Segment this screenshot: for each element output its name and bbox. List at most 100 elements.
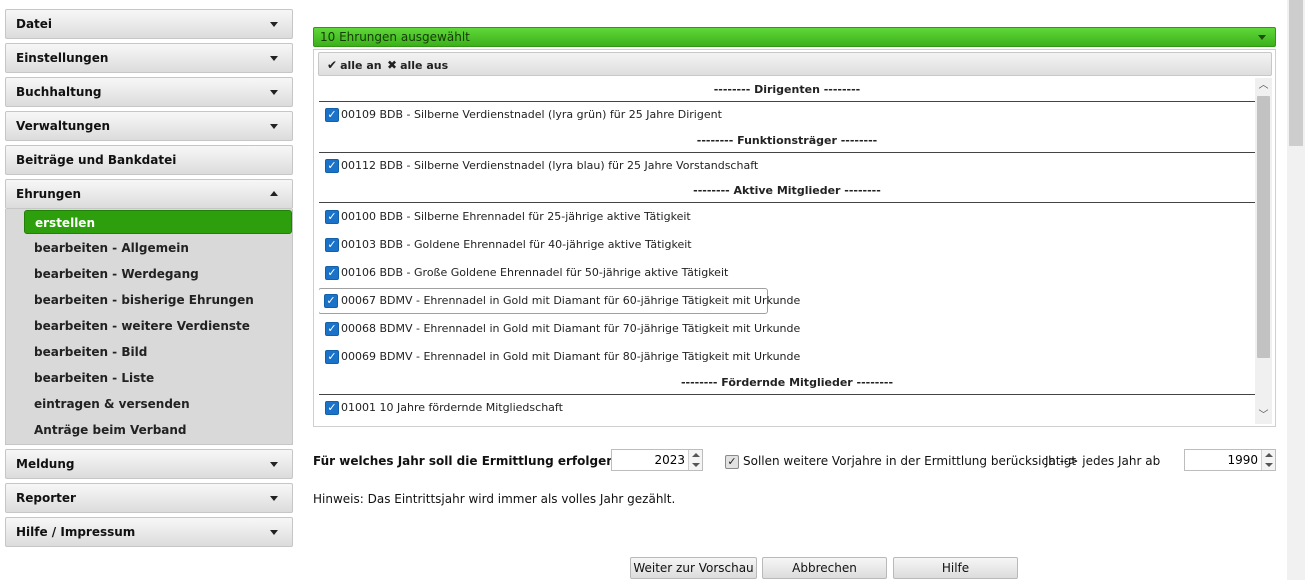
chevron-down-icon [270,462,278,467]
select-all-button[interactable]: ✔ alle an [327,56,382,74]
ehrungen-submenu: erstellen bearbeiten - Allgemein bearbei… [5,209,293,445]
chevron-up-icon [270,191,278,196]
checkbox-checked[interactable]: ✓ [325,210,339,224]
menu-section-datei[interactable]: Datei [5,9,293,39]
scroll-down-icon[interactable]: ﹀ [1255,408,1272,424]
from-year-spinner[interactable] [1184,449,1276,471]
list-item-label: 00103 BDB - Goldene Ehrennadel für 40-jä… [341,238,692,251]
submenu-item-antraege-verband[interactable]: Anträge beim Verband [24,418,292,442]
checkbox-checked[interactable]: ✓ [325,350,339,364]
checkbox-checked[interactable]: ✓ [325,108,339,122]
cancel-button[interactable]: Abbrechen [762,557,887,579]
menu-section-label: Datei [16,17,53,31]
chevron-down-icon [270,496,278,501]
menu-section-hilfe[interactable]: Hilfe / Impressum [5,517,293,547]
deselect-all-label: alle aus [400,59,449,72]
deselect-all-button[interactable]: ✖ alle aus [387,56,448,74]
submenu-item-eintragen-versenden[interactable]: eintragen & versenden [24,392,292,416]
spin-up-icon[interactable] [1265,453,1273,457]
menu-section-label: Verwaltungen [16,119,111,133]
spinner-buttons[interactable] [1261,450,1275,470]
checkbox-checked[interactable]: ✓ [325,266,339,280]
list-item[interactable]: ✓ 00103 BDB - Goldene Ehrennadel für 40-j… [319,231,692,259]
selection-summary-dropdown[interactable]: 10 Ehrungen ausgewählt [313,27,1276,47]
submenu-item-bearbeiten-werdegang[interactable]: bearbeiten - Werdegang [24,262,292,286]
cross-icon: ✖ [387,58,398,72]
hint-text: Hinweis: Das Eintrittsjahr wird immer al… [313,492,676,506]
menu-section-label: Einstellungen [16,51,109,65]
submenu-item-bearbeiten-bild[interactable]: bearbeiten - Bild [24,340,292,364]
group-header-dirigenten: -------- Dirigenten -------- [319,78,1255,102]
menu-section-label: Buchhaltung [16,85,102,99]
spin-down-icon[interactable] [1265,463,1273,467]
submenu-item-bearbeiten-weitere-verdienste[interactable]: bearbeiten - weitere Verdienste [24,314,292,338]
menu-section-beitraege[interactable]: Beiträge und Bankdatei [5,145,293,175]
submenu-item-bearbeiten-bisherige-ehrungen[interactable]: bearbeiten - bisherige Ehrungen [24,288,292,312]
list-item-label: 00100 BDB - Silberne Ehrennadel für 25-j… [341,210,691,223]
chevron-down-icon [1258,35,1266,40]
spin-up-icon[interactable] [692,453,700,457]
list-item[interactable]: ✓ 01001 10 Jahre fördernde Mitgliedschaft [319,394,563,422]
scroll-up-icon[interactable]: ︿ [1255,78,1272,94]
spinner-buttons[interactable] [688,450,702,470]
list-item-focused[interactable]: ✓ 00067 BDMV - Ehrennadel in Gold mit Dia… [319,288,800,314]
group-header-aktive-mitglieder: -------- Aktive Mitglieder -------- [319,179,1255,203]
previous-years-label: Sollen weitere Vorjahre in der Ermittlun… [743,454,1077,468]
help-button[interactable]: Hilfe [893,557,1018,579]
sidebar-menu: Datei Einstellungen Buchhaltung Verwaltu… [0,0,300,580]
menu-section-reporter[interactable]: Reporter [5,483,293,513]
group-header-funktionstraeger: -------- Funktionsträger -------- [319,129,1255,153]
scrollbar-thumb[interactable] [1257,96,1270,358]
group-header-foerdernde-mitglieder: -------- Fördernde Mitglieder -------- [319,371,1255,395]
menu-section-einstellungen[interactable]: Einstellungen [5,43,293,73]
selection-summary-text: 10 Ehrungen ausgewählt [320,30,470,44]
from-year-input[interactable] [1185,450,1262,470]
menu-section-label: Ehrungen [16,187,82,201]
menu-section-verwaltungen[interactable]: Verwaltungen [5,111,293,141]
select-all-label: alle an [340,59,382,72]
chevron-down-icon [270,22,278,27]
submenu-item-erstellen[interactable]: erstellen [24,210,292,234]
honor-selection-list: ✔ alle an ✖ alle aus -------- Dirigenten -… [313,49,1276,427]
list-item-label: 00069 BDMV - Ehrennadel in Gold mit Diam… [341,350,801,363]
list-item-label: 01001 10 Jahre fördernde Mitgliedschaft [341,401,563,414]
selection-toolbar: ✔ alle an ✖ alle aus [318,52,1272,76]
page-scrollbar[interactable] [1287,0,1305,580]
year-input[interactable] [612,450,689,470]
list-item-label: 00106 BDB - Große Goldene Ehrennadel für… [341,266,729,279]
page-scrollbar-thumb[interactable] [1289,0,1303,146]
checkbox-checked[interactable]: ✓ [325,238,339,252]
spin-down-icon[interactable] [692,463,700,467]
list-item-label: 00112 BDB - Silberne Verdienstnadel (lyr… [341,159,759,172]
menu-section-ehrungen[interactable]: Ehrungen [5,179,293,209]
list-item[interactable]: ✓ 00100 BDB - Silberne Ehrennadel für 25-… [319,203,691,231]
preview-button[interactable]: Weiter zur Vorschau [630,557,757,579]
submenu-item-bearbeiten-liste[interactable]: bearbeiten - Liste [24,366,292,390]
list-scrollbar[interactable]: ︿ ﹀ [1255,78,1272,424]
menu-section-buchhaltung[interactable]: Buchhaltung [5,77,293,107]
list-item[interactable]: ✓ 00069 BDMV - Ehrennadel in Gold mit Dia… [319,343,800,371]
checkbox-checked[interactable]: ✓ [325,159,339,173]
menu-section-label: Reporter [16,491,76,505]
checkbox-checked[interactable]: ✓ [325,322,339,336]
chevron-down-icon [270,90,278,95]
list-item-label: 00109 BDB - Silberne Verdienstnadel (lyr… [341,108,722,121]
list-item[interactable]: ✓ 00068 BDMV - Ehrennadel in Gold mit Dia… [319,315,800,343]
menu-section-meldung[interactable]: Meldung [5,449,293,479]
previous-years-checkbox[interactable]: ✓ [725,455,739,469]
checkbox-checked[interactable]: ✓ [324,294,338,308]
menu-section-label: Hilfe / Impressum [16,525,136,539]
chevron-down-icon [270,56,278,61]
year-spinner[interactable] [611,449,703,471]
menu-section-label: Beiträge und Bankdatei [16,153,177,167]
chevron-down-icon [270,530,278,535]
list-item[interactable]: ✓ 00106 BDB - Große Goldene Ehrennadel fü… [319,259,728,287]
list-item[interactable]: ✓ 00112 BDB - Silberne Verdienstnadel (ly… [319,152,758,180]
list-item-label: 00068 BDMV - Ehrennadel in Gold mit Diam… [341,322,801,335]
menu-section-label: Meldung [16,457,75,471]
list-item-label: 00067 BDMV - Ehrennadel in Gold mit Diam… [341,294,801,307]
checkmark-icon: ✔ [327,58,338,72]
checkbox-checked[interactable]: ✓ [325,401,339,415]
submenu-item-bearbeiten-allgemein[interactable]: bearbeiten - Allgemein [24,236,292,260]
list-item[interactable]: ✓ 00109 BDB - Silberne Verdienstnadel (ly… [319,101,722,129]
